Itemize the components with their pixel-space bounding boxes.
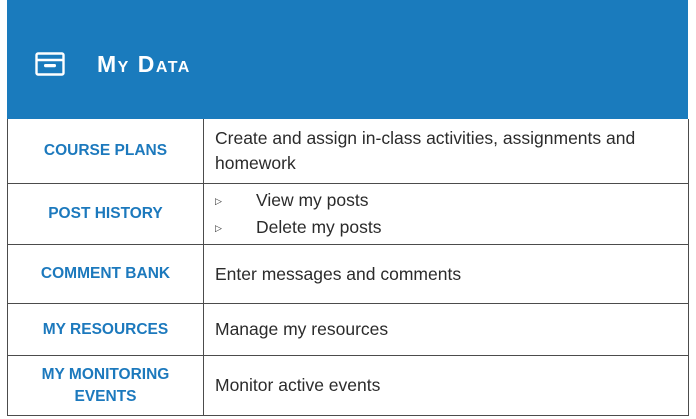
row-label-course-plans[interactable]: COURSE PLANS — [7, 119, 204, 184]
table-row: POST HISTORY ▷ View my posts ▷ Delete my… — [7, 183, 689, 245]
table-row: COMMENT BANK Enter messages and comments — [7, 244, 689, 304]
panel-title: My Data — [97, 50, 191, 77]
list-item[interactable]: ▷ View my posts — [215, 187, 680, 214]
data-table: COURSE PLANS Create and assign in-class … — [7, 119, 689, 416]
row-description: Create and assign in-class activities, a… — [203, 119, 689, 184]
row-description: Monitor active events — [203, 355, 689, 416]
row-description: ▷ View my posts ▷ Delete my posts — [203, 183, 689, 245]
row-label-comment-bank[interactable]: COMMENT BANK — [7, 244, 204, 304]
list-item-label: Delete my posts — [256, 217, 382, 237]
bullet-list: ▷ View my posts ▷ Delete my posts — [215, 187, 680, 241]
triangle-right-icon: ▷ — [215, 223, 222, 233]
row-label-my-resources[interactable]: MY RESOURCES — [7, 303, 204, 356]
row-description: Manage my resources — [203, 303, 689, 356]
row-label-my-monitoring-events[interactable]: MY MONITORING EVENTS — [7, 355, 204, 416]
table-row: MY MONITORING EVENTS Monitor active even… — [7, 355, 689, 416]
row-label-post-history[interactable]: POST HISTORY — [7, 183, 204, 245]
list-item[interactable]: ▷ Delete my posts — [215, 214, 680, 241]
list-item-label: View my posts — [256, 190, 369, 210]
archive-box-icon — [35, 52, 65, 76]
table-row: MY RESOURCES Manage my resources — [7, 303, 689, 356]
triangle-right-icon: ▷ — [215, 196, 222, 206]
row-description: Enter messages and comments — [203, 244, 689, 304]
my-data-panel: My Data COURSE PLANS Create and assign i… — [7, 0, 689, 419]
panel-header: My Data — [7, 0, 688, 119]
table-row: COURSE PLANS Create and assign in-class … — [7, 119, 689, 184]
